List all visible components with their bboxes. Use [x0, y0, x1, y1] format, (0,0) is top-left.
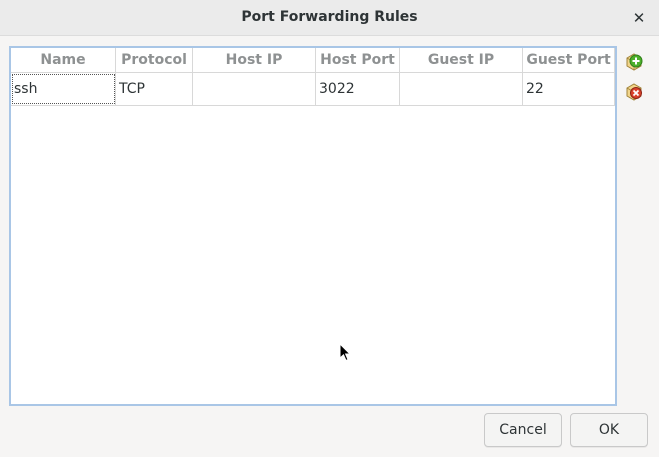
- column-header-guest-port[interactable]: Guest Port: [523, 48, 615, 72]
- port-forwarding-dialog: Port Forwarding Rules ✕ Name Protocol Ho…: [0, 0, 659, 457]
- table-row[interactable]: ssh TCP 3022 22: [11, 73, 615, 106]
- rules-table[interactable]: Name Protocol Host IP Host Port Guest IP…: [9, 46, 617, 406]
- cell-guest-ip[interactable]: [400, 73, 523, 105]
- cell-host-ip[interactable]: [193, 73, 316, 105]
- add-rule-button[interactable]: [624, 52, 644, 72]
- cell-host-port[interactable]: 3022: [316, 73, 400, 105]
- table-header: Name Protocol Host IP Host Port Guest IP…: [11, 48, 615, 73]
- cell-protocol[interactable]: TCP: [116, 73, 193, 105]
- remove-rule-button[interactable]: [624, 82, 644, 102]
- remove-rule-icon: [626, 83, 642, 101]
- column-header-host-port[interactable]: Host Port: [316, 48, 400, 72]
- close-icon: ✕: [632, 9, 646, 27]
- dialog-title: Port Forwarding Rules: [241, 9, 418, 25]
- column-header-host-ip[interactable]: Host IP: [193, 48, 316, 72]
- column-header-name[interactable]: Name: [11, 48, 116, 72]
- mouse-pointer-icon: [339, 343, 352, 362]
- add-rule-icon: [626, 53, 643, 71]
- cell-guest-port[interactable]: 22: [523, 73, 615, 105]
- ok-button[interactable]: OK: [570, 413, 648, 447]
- cell-name[interactable]: ssh: [11, 73, 116, 105]
- titlebar: Port Forwarding Rules ✕: [0, 0, 659, 36]
- column-header-guest-ip[interactable]: Guest IP: [400, 48, 523, 72]
- cancel-button[interactable]: Cancel: [484, 413, 562, 447]
- column-header-protocol[interactable]: Protocol: [116, 48, 193, 72]
- close-button[interactable]: ✕: [629, 8, 649, 28]
